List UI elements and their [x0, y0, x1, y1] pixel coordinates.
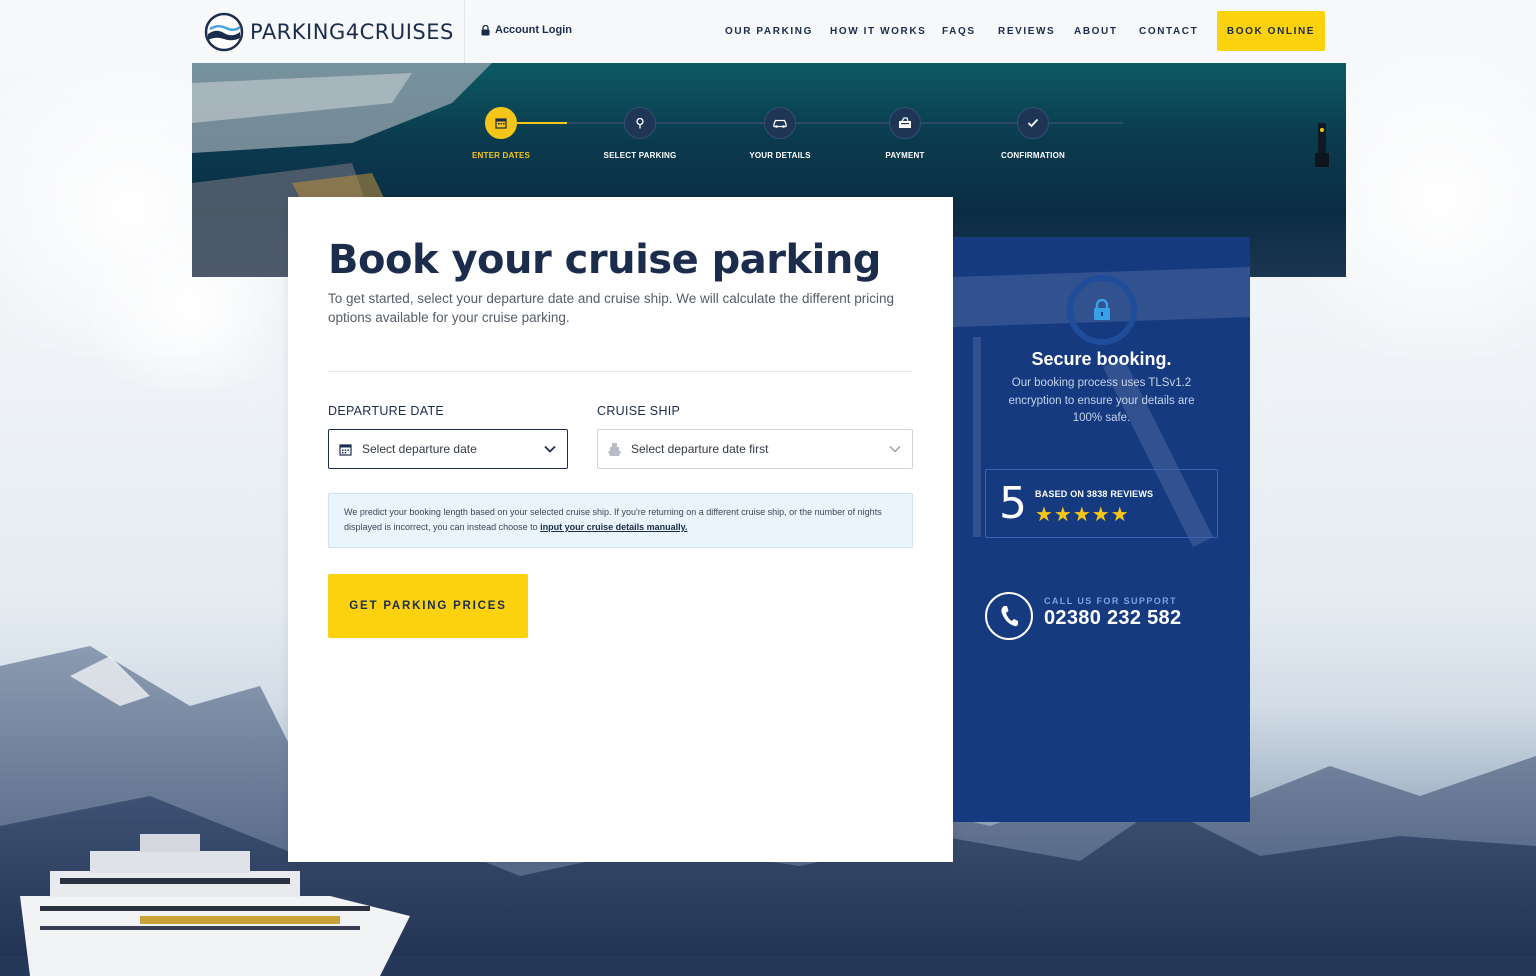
step-payment [889, 107, 921, 139]
progress-line-complete [517, 122, 567, 124]
nav-how-it-works[interactable]: HOW IT WORKS [830, 26, 926, 37]
header-divider [464, 0, 465, 64]
padlock-icon [481, 24, 490, 35]
step-label-payment: PAYMENT [885, 151, 925, 160]
nav-reviews[interactable]: REVIEWS [998, 26, 1055, 37]
phone-icon [1001, 606, 1018, 627]
page-title: Book your cruise parking [328, 237, 881, 283]
step-enter-dates[interactable] [485, 107, 517, 139]
car-icon [773, 119, 787, 128]
cruise-ship-value: Select departure date first [631, 442, 769, 456]
check-icon [1027, 118, 1039, 128]
calendar-icon [495, 118, 507, 129]
reviews-count: BASED ON 3838 REVIEWS [1035, 489, 1154, 499]
step-your-details [764, 107, 796, 139]
secure-booking-title: Secure booking. [1031, 349, 1172, 369]
booking-length-notice: We predict your booking length based on … [328, 493, 913, 548]
account-login-link[interactable]: Account Login [481, 24, 572, 36]
cruise-ship-select[interactable]: Select departure date first [597, 429, 913, 469]
site-header: PARKING4CRUISES Account Login OUR PARKIN… [0, 0, 1536, 64]
departure-date-label: DEPARTURE DATE [328, 404, 445, 418]
nav-about[interactable]: ABOUT [1074, 26, 1118, 37]
step-label-your-details: YOUR DETAILS [749, 151, 811, 160]
padlock-icon [1094, 299, 1110, 320]
departure-date-select[interactable]: Select departure date [328, 429, 568, 469]
nav-our-parking[interactable]: OUR PARKING [725, 26, 813, 37]
chevron-down-icon [889, 445, 901, 453]
reviews-badge[interactable]: 5 BASED ON 3838 REVIEWS ★★★★★ [985, 469, 1218, 538]
account-login-label: Account Login [495, 24, 572, 36]
nav-faqs[interactable]: FAQS [942, 26, 976, 37]
secure-booking-text: Our booking process uses TLSv1.2 encrypt… [1008, 377, 1195, 424]
brand-name: PARKING4CRUISES [250, 20, 454, 44]
chevron-down-icon [544, 445, 556, 453]
rating-number: 5 [999, 478, 1027, 529]
step-label-confirmation: CONFIRMATION [1000, 151, 1066, 160]
map-pin-icon [636, 117, 644, 129]
payment-icon [899, 117, 911, 128]
phone-badge[interactable] [985, 592, 1033, 640]
get-parking-prices-button[interactable]: GET PARKING PRICES [328, 574, 528, 638]
step-label-enter-dates: ENTER DATES [471, 151, 531, 160]
departure-date-value: Select departure date [362, 442, 477, 456]
ship-icon [606, 441, 622, 457]
trust-panel: Secure booking. Our booking process uses… [953, 237, 1250, 822]
intro-text: To get started, select your departure da… [328, 291, 895, 325]
star-rating-icon: ★★★★★ [1035, 504, 1130, 526]
site-logo[interactable]: PARKING4CRUISES [204, 12, 454, 52]
step-confirmation [1017, 107, 1049, 139]
secure-lock-badge [1067, 275, 1137, 345]
support-phone-number[interactable]: 02380 232 582 [1044, 607, 1181, 630]
manual-details-link[interactable]: input your cruise details manually. [540, 522, 687, 532]
logo-wave-icon [204, 12, 244, 52]
divider [328, 371, 913, 372]
book-online-button[interactable]: BOOK ONLINE [1217, 11, 1325, 51]
buoy-image [1315, 123, 1329, 167]
step-select-parking [624, 107, 656, 139]
nav-contact[interactable]: CONTACT [1139, 26, 1198, 37]
call-support-label: CALL US FOR SUPPORT [1044, 596, 1177, 606]
booking-form-card: Book your cruise parking To get started,… [288, 197, 953, 862]
cruise-ship-label: CRUISE SHIP [597, 404, 681, 418]
calendar-icon [337, 441, 353, 457]
step-label-select-parking: SELECT PARKING [603, 151, 677, 160]
